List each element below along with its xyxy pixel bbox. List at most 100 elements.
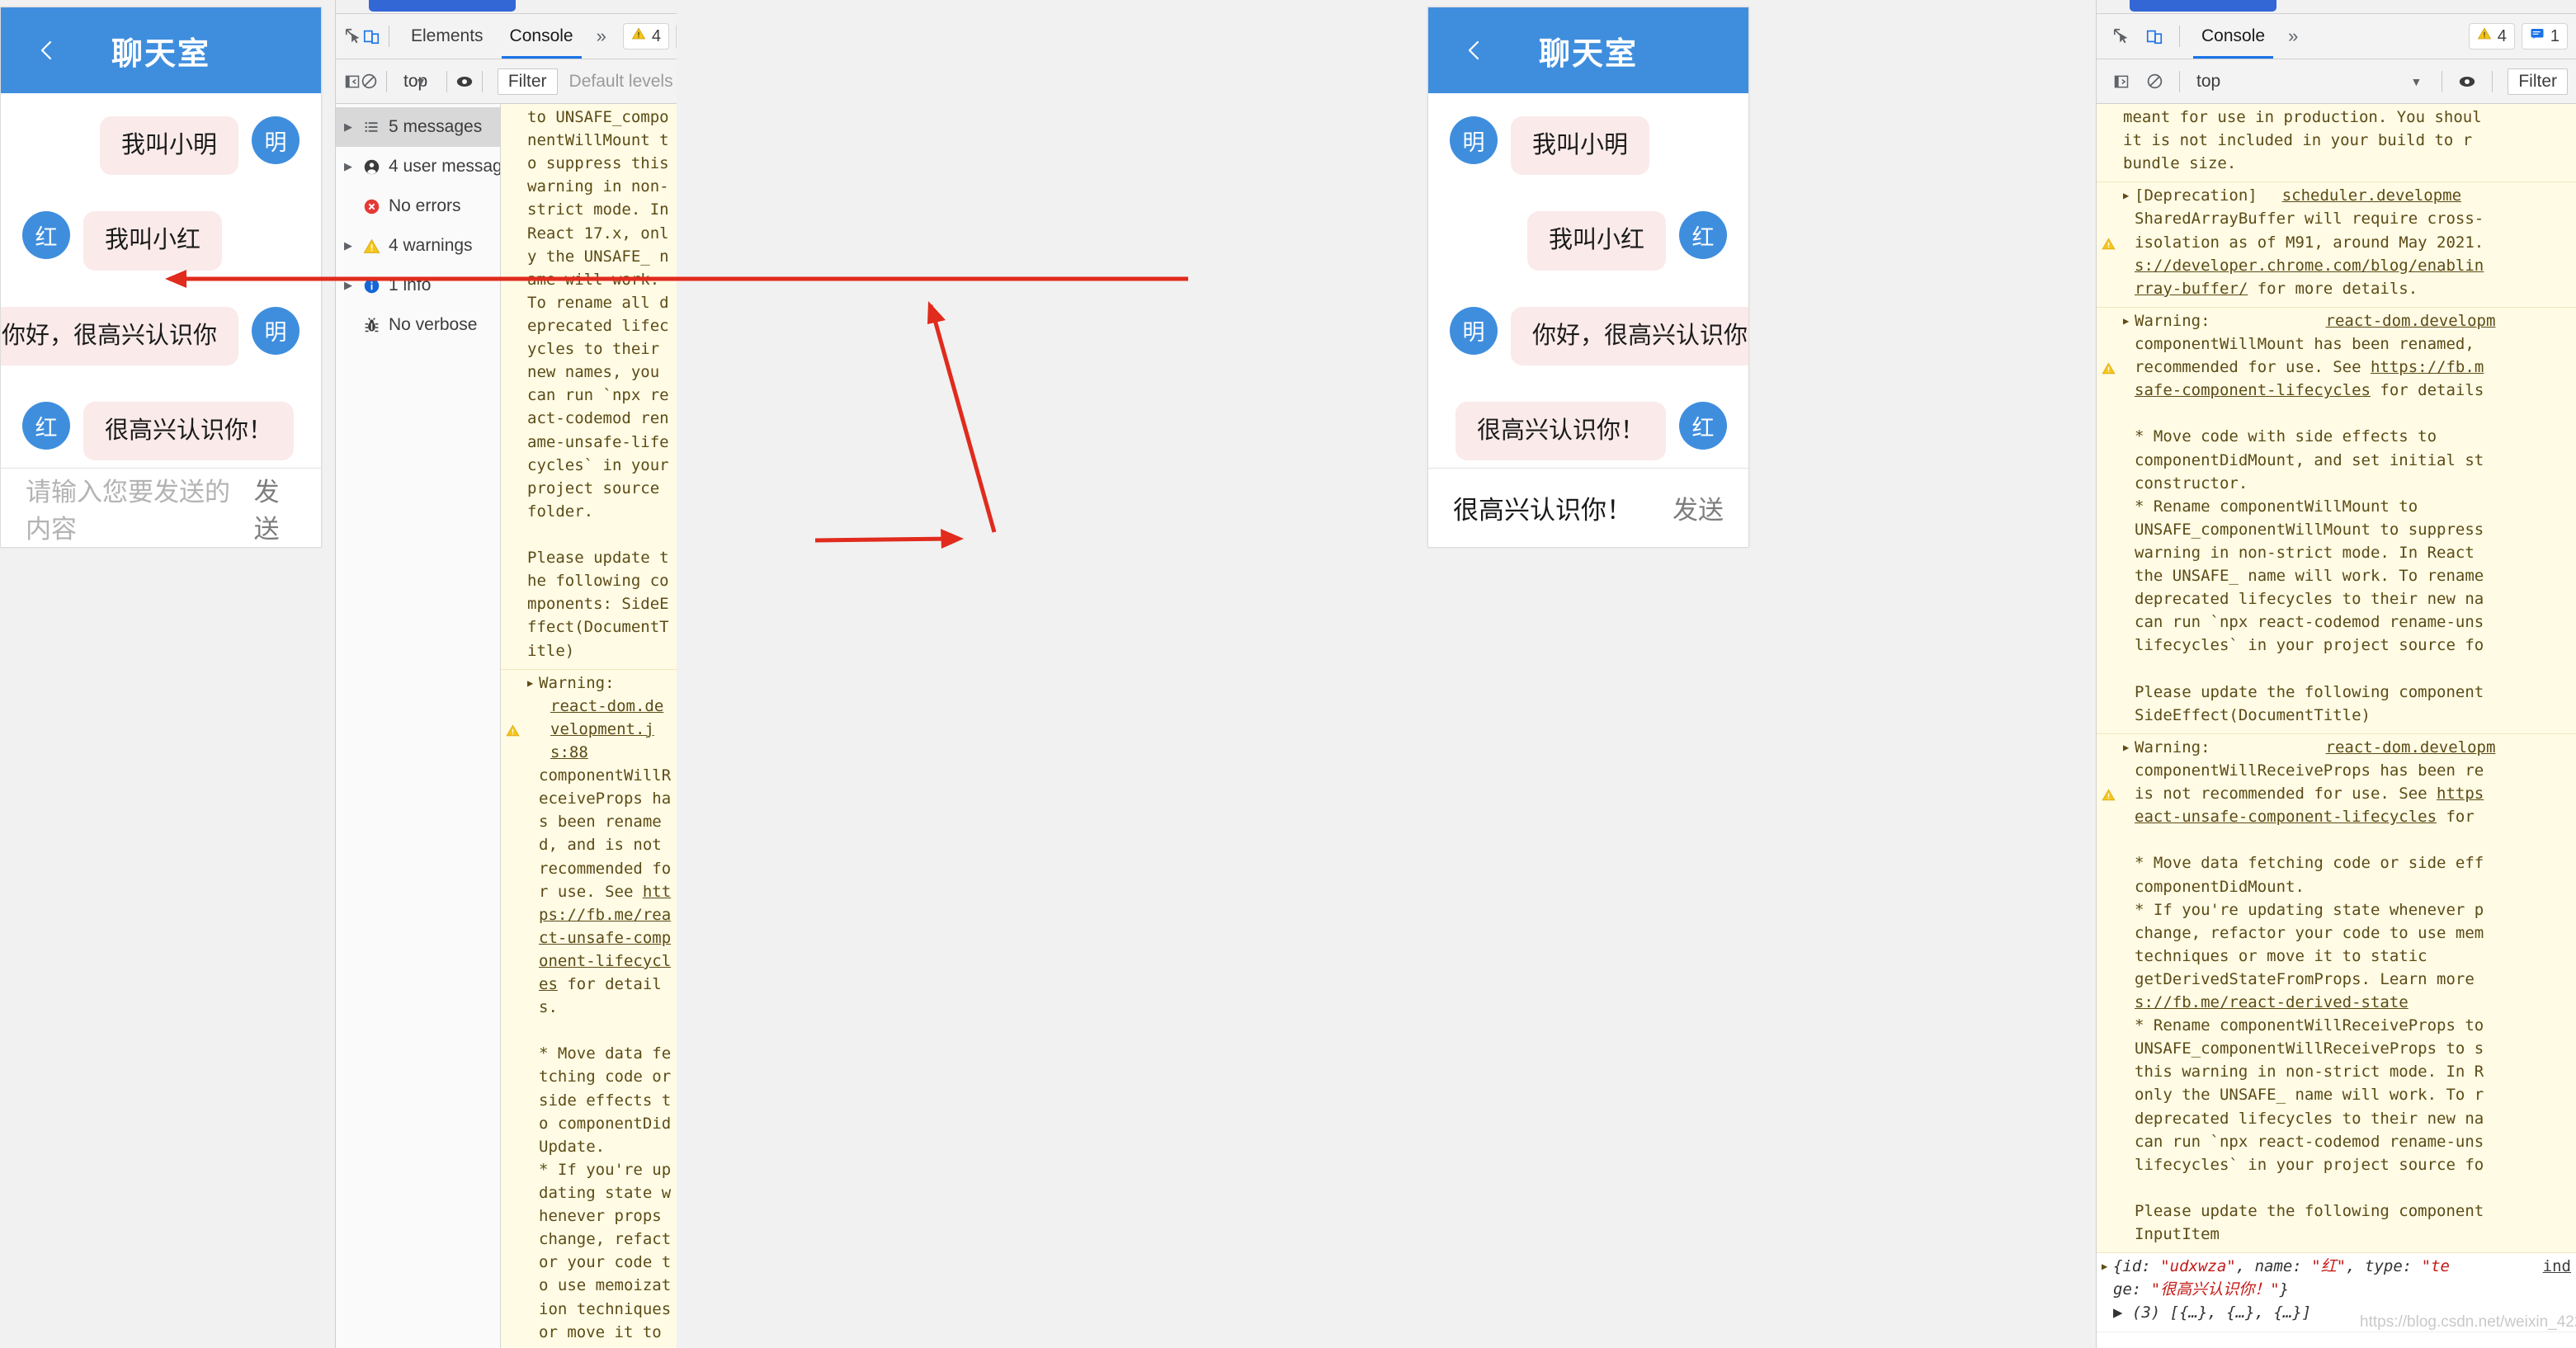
log-message-after: for details * Move code with side effect…: [2135, 381, 2484, 724]
tab-elements[interactable]: Elements: [398, 14, 497, 59]
filterbar-divider: [386, 70, 387, 92]
log-levels-selector[interactable]: Default levels: [558, 72, 673, 92]
expand-triangle-icon[interactable]: ▶: [342, 279, 354, 292]
chat-message: 很高兴认识你！ 红: [1450, 402, 1727, 461]
sidebar-item-verbose[interactable]: No verbose: [336, 305, 500, 345]
log-message-after: for more details.: [2248, 279, 2418, 298]
warning-count-badge[interactable]: 4: [622, 23, 669, 49]
log-gutter: [506, 106, 527, 662]
log-message: SharedArrayBuffer will require cross- is…: [2135, 210, 2484, 252]
log-source-link[interactable]: react-dom.developm: [2210, 738, 2496, 756]
log-message: componentWillReceiveProps has been renam…: [539, 766, 672, 901]
annotation-arrow-to-send: [814, 529, 964, 549]
warning-icon: [2102, 736, 2123, 1246]
warning-icon: [506, 672, 527, 1348]
more-tabs-icon[interactable]: »: [2278, 26, 2308, 47]
chevron-down-icon[interactable]: ▼: [403, 75, 438, 88]
log-text: [Deprecation] scheduler.developme SharedA…: [2135, 184, 2571, 300]
tab-console[interactable]: Console: [497, 14, 587, 59]
browser-action-button[interactable]: [369, 0, 516, 12]
console-log-entry[interactable]: ▶ Warning: react-dom.developm componentWi…: [2097, 733, 2576, 1254]
live-expression-icon[interactable]: [455, 65, 474, 98]
chat-header-left: 聊天室: [1, 7, 321, 93]
expand-triangle-icon[interactable]: ▶: [2123, 309, 2135, 727]
toggle-sidebar-icon[interactable]: [2105, 65, 2138, 98]
log-message-after: for details. * Move data fetching code o…: [539, 975, 672, 1348]
message-bubble: 我叫小红: [83, 211, 223, 271]
more-tabs-icon[interactable]: »: [587, 26, 616, 47]
info-icon: [362, 276, 380, 295]
obj-mid-3: ge:: [2113, 1280, 2142, 1299]
console-log-entry[interactable]: to UNSAFE_componentWillMount to suppress…: [501, 104, 677, 670]
context-selector[interactable]: top: [2188, 72, 2353, 92]
send-button-left[interactable]: 发送: [238, 471, 296, 545]
devtools-top-strip: [336, 0, 677, 13]
message-icon: [2530, 26, 2545, 46]
chat-message: 我叫小红 红: [1450, 211, 1727, 271]
devtools-filter-bar-right: top ▼ Filter: [2097, 59, 2576, 104]
device-toolbar-icon[interactable]: [362, 20, 380, 53]
context-selector[interactable]: top: [395, 72, 427, 92]
device-toolbar-icon[interactable]: [2138, 20, 2171, 53]
expand-triangle-icon[interactable]: ▶: [2123, 184, 2135, 300]
log-source-link[interactable]: scheduler.developme: [2258, 186, 2461, 205]
expand-triangle-icon[interactable]: ▶: [342, 160, 354, 173]
sidebar-item-info[interactable]: ▶ 1 info: [336, 266, 500, 305]
sidebar-item-errors[interactable]: No errors: [336, 186, 500, 226]
log-link-2[interactable]: s://fb.me/react-derived-state: [2135, 993, 2409, 1011]
inspect-element-icon[interactable]: [344, 20, 362, 53]
filterbar-divider: [2492, 70, 2493, 92]
expand-triangle-icon[interactable]: ▶: [2102, 1255, 2113, 1324]
chevron-left-icon[interactable]: [1463, 39, 1486, 62]
live-expression-icon[interactable]: [2451, 65, 2484, 98]
sidebar-item-label: 1 info: [389, 276, 432, 295]
tab-console[interactable]: Console: [2188, 14, 2278, 59]
chat-message: 你好，很高兴认识你 明: [1, 306, 300, 366]
sidebar-item-all-messages[interactable]: ▶ 5 messages: [336, 107, 500, 147]
avatar: 红: [22, 211, 70, 260]
log-text: Warning: react-dom.developm componentWill…: [2135, 736, 2571, 1246]
chat-input-left[interactable]: 请输入您要发送的内容: [26, 471, 238, 545]
console-log-entry[interactable]: meant for use in production. You shoul i…: [2097, 104, 2576, 183]
toggle-sidebar-icon[interactable]: [344, 65, 361, 98]
send-button-right[interactable]: 发送: [1656, 489, 1724, 526]
sidebar-item-warnings[interactable]: ▶ 4 warnings: [336, 226, 500, 266]
avatar: 红: [1679, 211, 1727, 260]
filter-input[interactable]: Filter: [2508, 68, 2568, 95]
expand-triangle-icon[interactable]: ▶: [342, 239, 354, 252]
chevron-left-icon[interactable]: [35, 39, 59, 62]
screenshot-stage: 聊天室 我叫小明 明 红 我叫小红 你好，很高兴认识你 明 红 很高兴认识你！ …: [0, 0, 2576, 1348]
expand-triangle-icon[interactable]: ▶: [342, 120, 354, 134]
chat-message: 红 我叫小红: [22, 211, 300, 271]
avatar: 红: [1679, 402, 1727, 450]
chat-message: 明 我叫小明: [1450, 116, 1727, 176]
log-source-link[interactable]: ind: [2543, 1255, 2571, 1278]
chat-panel-left: 聊天室 我叫小明 明 红 我叫小红 你好，很高兴认识你 明 红 很高兴认识你！ …: [0, 7, 322, 548]
avatar: 明: [1450, 116, 1498, 164]
clear-console-icon[interactable]: [361, 65, 378, 98]
message-count-badge[interactable]: 1: [2521, 23, 2568, 49]
avatar: 红: [22, 402, 70, 450]
console-log-entry[interactable]: ▶ Warning: react-dom.development.js:88 com…: [501, 669, 677, 1348]
console-output-mid[interactable]: to UNSAFE_componentWillMount to suppress…: [501, 104, 677, 1348]
chat-input-bar-right: 很高兴认识你！ 发送: [1428, 468, 1748, 547]
clear-console-icon[interactable]: [2138, 65, 2171, 98]
message-count-badge[interactable]: 1: [675, 23, 677, 49]
console-output-right[interactable]: meant for use in production. You shoul i…: [2097, 104, 2576, 1348]
browser-action-button[interactable]: [2130, 0, 2276, 12]
chat-input-right[interactable]: 很高兴认识你！: [1453, 489, 1656, 526]
filter-input[interactable]: Filter: [497, 68, 558, 95]
sidebar-item-user-messages[interactable]: ▶ 4 user messages: [336, 147, 500, 186]
log-source-link[interactable]: react-dom.development.js:88: [539, 695, 672, 764]
warning-count-badge[interactable]: 4: [2468, 23, 2515, 49]
chat-panel-right: 聊天室 明 我叫小明 我叫小红 红 明 你好，很高兴认识你 很高兴认识你！ 红 …: [1427, 7, 1749, 548]
console-log-entry[interactable]: ▶ Warning: react-dom.developm componentWi…: [2097, 307, 2576, 734]
expand-triangle-icon[interactable]: ▶: [2123, 736, 2135, 1246]
obj-mid: , name:: [2235, 1257, 2312, 1276]
console-log-entry[interactable]: ▶ [Deprecation] scheduler.developme Share…: [2097, 182, 2576, 308]
log-source-link[interactable]: react-dom.developm: [2210, 312, 2496, 330]
devtools-panel-right: Console » 4 1 top ▼ Filter meant for use…: [2096, 0, 2576, 1348]
inspect-element-icon[interactable]: [2105, 20, 2138, 53]
chevron-down-icon[interactable]: ▼: [2399, 75, 2433, 88]
expand-triangle-icon[interactable]: ▶: [527, 672, 539, 1348]
